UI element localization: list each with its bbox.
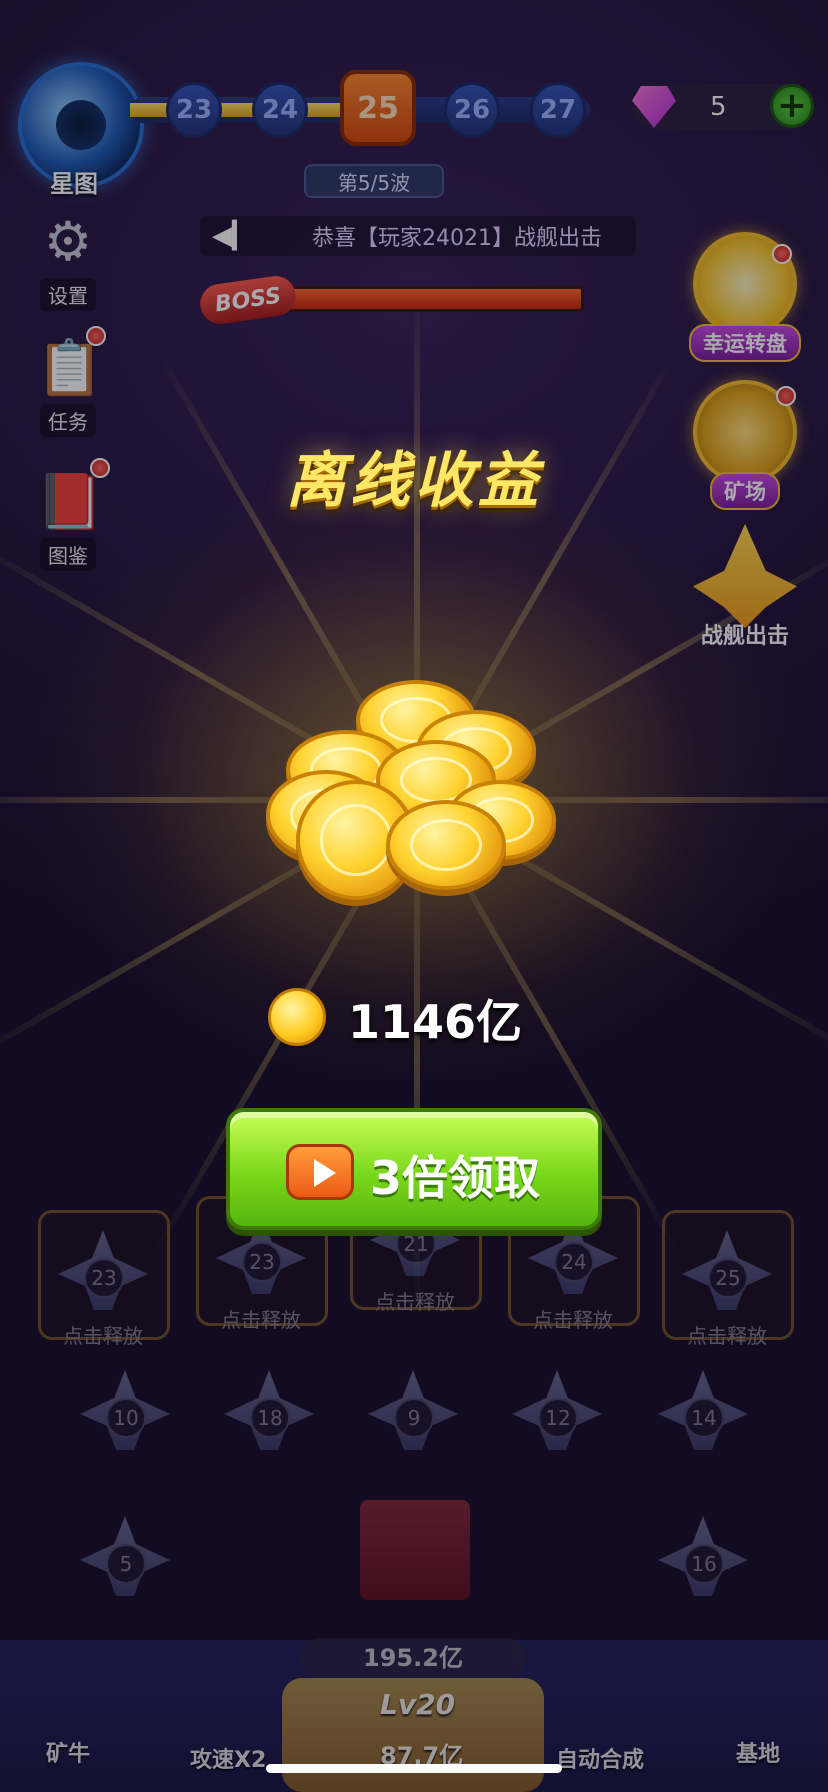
coin-icon [268,988,326,1046]
video-play-icon [286,1144,354,1200]
coin-pile-icon [266,670,566,910]
claim-triple-button[interactable]: 3倍领取 [226,1108,602,1230]
reward-amount: 1146亿 [348,995,523,1049]
dialog-title: 离线收益 [286,446,542,516]
claim-label: 3倍领取 [370,1151,541,1205]
home-indicator[interactable] [266,1764,562,1773]
